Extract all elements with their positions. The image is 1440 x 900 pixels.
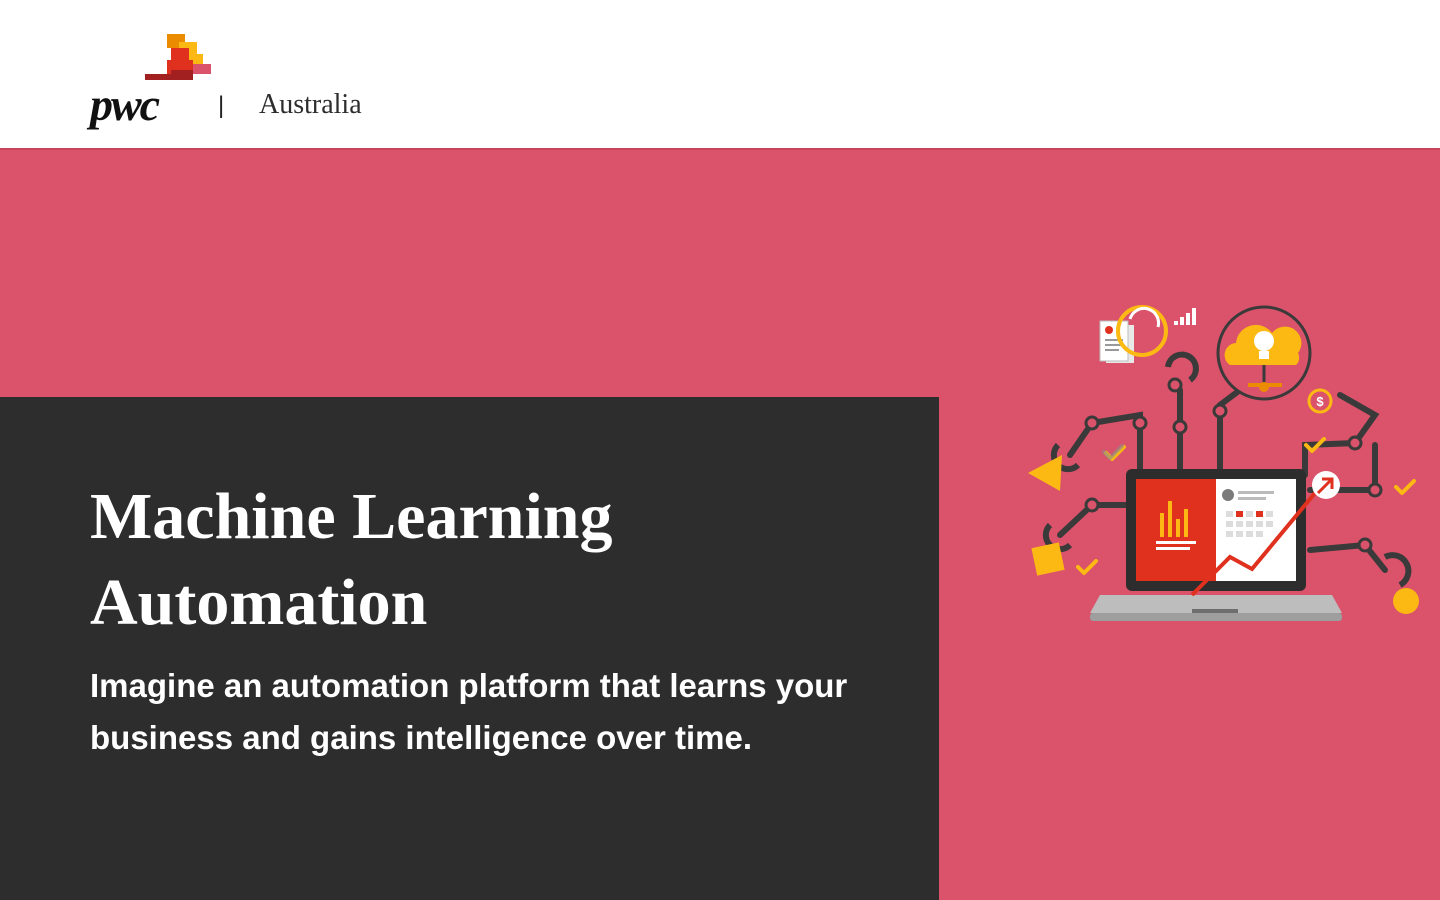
laptop-icon — [1090, 469, 1342, 621]
pwc-wordmark: pwc — [90, 79, 160, 130]
circle-icon — [1393, 588, 1419, 614]
region-label: Australia — [259, 89, 362, 120]
dollar-icon: $ — [1307, 388, 1333, 414]
hero-subtitle: Imagine an automation platform that lear… — [90, 667, 848, 756]
hero-text-panel — [0, 397, 939, 900]
page-title: Machine Learning Automation — [90, 474, 890, 646]
lightbulb-cloud-icon — [1216, 305, 1312, 401]
pwc-logo-blocks — [145, 34, 211, 80]
triangle-icon — [1028, 455, 1062, 491]
svg-text:$: $ — [1316, 394, 1324, 409]
header-separator: | — [218, 92, 225, 119]
site-header: pwc | Australia — [0, 0, 1440, 148]
pwc-logo[interactable]: pwc — [90, 34, 215, 129]
title-line-1: Machine Learning — [90, 480, 613, 553]
signal-icon — [1174, 308, 1196, 325]
square-icon — [1031, 542, 1065, 576]
machine-learning-illustration: $ — [1028, 305, 1419, 621]
title-line-2: Automation — [90, 566, 428, 639]
